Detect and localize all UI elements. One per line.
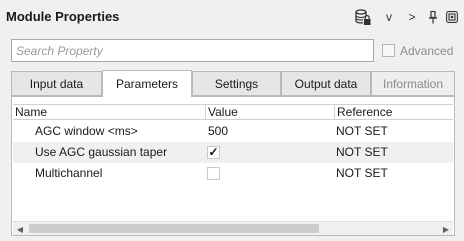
- tab-parameters[interactable]: Parameters: [102, 70, 192, 97]
- scrollbar-thumb[interactable]: [29, 224, 319, 233]
- advanced-toggle[interactable]: Advanced: [382, 42, 453, 59]
- parameters-panel: Name Value Reference AGC window <ms> 500…: [11, 96, 455, 236]
- column-header-value[interactable]: Value: [206, 105, 334, 120]
- tab-input-data[interactable]: Input data: [11, 71, 102, 96]
- column-header-reference[interactable]: Reference: [335, 105, 453, 120]
- search-property-input[interactable]: [11, 39, 374, 62]
- scroll-left-arrow-icon[interactable]: ◀: [13, 222, 27, 236]
- advanced-checkbox[interactable]: [382, 44, 395, 57]
- property-name: Multichannel: [35, 166, 103, 180]
- database-lock-icon[interactable]: [353, 8, 373, 26]
- property-reference[interactable]: NOT SET: [336, 163, 388, 184]
- title-bar: Module Properties v >: [0, 0, 464, 34]
- property-row-use-agc-gaussian-taper[interactable]: Use AGC gaussian taper ✓ NOT SET: [13, 142, 453, 163]
- advanced-label: Advanced: [400, 43, 454, 58]
- property-value-checkbox[interactable]: [207, 167, 220, 180]
- tab-bar: Input data Parameters Settings Output da…: [11, 70, 455, 97]
- column-header-name[interactable]: Name: [13, 105, 205, 120]
- tab-output-data[interactable]: Output data: [281, 71, 371, 96]
- chevron-right-icon[interactable]: >: [405, 8, 419, 26]
- scroll-right-arrow-icon[interactable]: ▶: [439, 222, 453, 236]
- tab-settings[interactable]: Settings: [192, 71, 281, 96]
- horizontal-scrollbar[interactable]: ◀ ▶: [13, 221, 453, 235]
- pin-icon[interactable]: [426, 8, 440, 26]
- property-value-checkbox[interactable]: ✓: [207, 146, 220, 159]
- property-reference[interactable]: NOT SET: [336, 121, 388, 142]
- property-reference[interactable]: NOT SET: [336, 142, 388, 163]
- property-name: AGC window <ms>: [35, 124, 138, 138]
- panel-title: Module Properties: [6, 9, 120, 24]
- property-row-multichannel[interactable]: Multichannel NOT SET: [13, 163, 453, 184]
- tab-information: Information: [371, 71, 455, 96]
- property-row-agc-window[interactable]: AGC window <ms> 500 NOT SET: [13, 121, 453, 142]
- restore-window-icon[interactable]: [445, 8, 459, 26]
- grid-header: Name Value Reference: [13, 104, 453, 120]
- property-name: Use AGC gaussian taper: [35, 145, 168, 159]
- chevron-down-icon[interactable]: v: [382, 8, 396, 26]
- property-value[interactable]: 500: [208, 121, 228, 142]
